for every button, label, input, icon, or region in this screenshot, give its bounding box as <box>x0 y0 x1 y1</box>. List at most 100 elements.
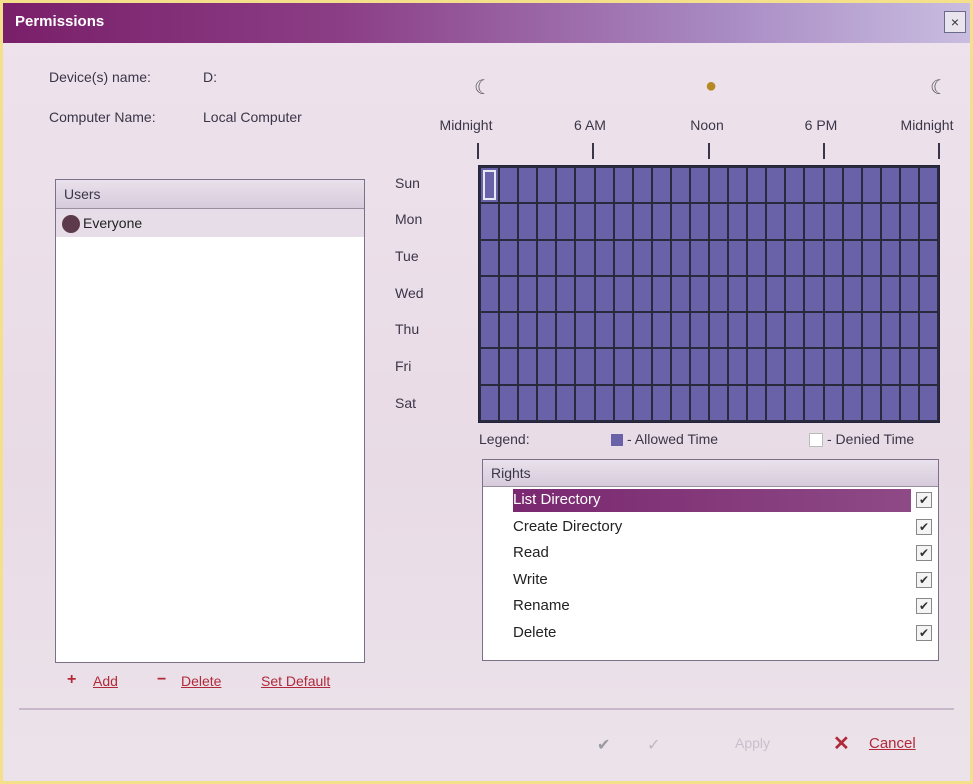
schedule-cell[interactable] <box>481 204 499 239</box>
schedule-cell[interactable] <box>786 276 804 312</box>
schedule-cell[interactable] <box>538 240 556 275</box>
schedule-cell[interactable] <box>519 349 537 384</box>
schedule-cell[interactable] <box>519 276 537 312</box>
schedule-cell[interactable] <box>481 240 499 275</box>
schedule-cell[interactable] <box>729 276 747 312</box>
schedule-cell[interactable] <box>729 385 747 420</box>
cancel-button[interactable]: Cancel <box>869 735 916 752</box>
schedule-cell[interactable] <box>786 385 804 420</box>
schedule-cell[interactable] <box>900 313 918 348</box>
right-delete[interactable]: Delete ✔ <box>483 620 938 647</box>
schedule-cell[interactable] <box>671 385 689 420</box>
schedule-cell[interactable] <box>729 240 747 275</box>
schedule-cell[interactable] <box>519 204 537 239</box>
add-user-button[interactable]: Add <box>93 673 118 689</box>
schedule-cell[interactable] <box>652 240 670 275</box>
user-row-everyone[interactable]: Everyone <box>56 209 364 237</box>
schedule-cell[interactable] <box>843 240 861 275</box>
schedule-cell[interactable] <box>805 204 823 239</box>
schedule-cell[interactable] <box>805 168 823 203</box>
schedule-cell[interactable] <box>881 204 899 239</box>
schedule-cell[interactable] <box>862 168 880 203</box>
schedule-cell[interactable] <box>652 385 670 420</box>
schedule-cell[interactable] <box>900 385 918 420</box>
schedule-cell[interactable] <box>824 204 842 239</box>
right-checkbox[interactable]: ✔ <box>916 545 932 561</box>
right-checkbox[interactable]: ✔ <box>916 624 932 641</box>
schedule-cell[interactable] <box>767 240 785 275</box>
schedule-cell[interactable] <box>633 276 651 312</box>
schedule-cell[interactable] <box>576 349 594 384</box>
schedule-cell[interactable] <box>481 168 499 203</box>
schedule-cell[interactable] <box>481 276 499 312</box>
schedule-cell[interactable] <box>786 349 804 384</box>
schedule-cell[interactable] <box>748 204 766 239</box>
schedule-cell[interactable] <box>595 349 613 384</box>
ok-check-icon[interactable]: ✔ <box>597 735 610 755</box>
schedule-cell[interactable] <box>843 385 861 420</box>
schedule-cell[interactable] <box>862 313 880 348</box>
schedule-cell[interactable] <box>690 385 708 420</box>
schedule-cell[interactable] <box>919 385 937 420</box>
schedule-cell[interactable] <box>538 276 556 312</box>
schedule-cell[interactable] <box>900 240 918 275</box>
schedule-cell[interactable] <box>481 313 499 348</box>
schedule-cell[interactable] <box>538 385 556 420</box>
schedule-cell[interactable] <box>786 204 804 239</box>
apply-button[interactable]: Apply <box>735 735 770 751</box>
schedule-cell[interactable] <box>481 385 499 420</box>
schedule-cell[interactable] <box>500 168 518 203</box>
right-checkbox[interactable]: ✔ <box>916 571 932 588</box>
schedule-cell[interactable] <box>729 349 747 384</box>
schedule-cell[interactable] <box>824 168 842 203</box>
schedule-cell[interactable] <box>862 240 880 275</box>
schedule-cell[interactable] <box>690 240 708 275</box>
schedule-cell[interactable] <box>557 168 575 203</box>
schedule-cell[interactable] <box>614 349 632 384</box>
right-checkbox[interactable]: ✔ <box>916 518 932 535</box>
close-button[interactable]: × <box>944 11 966 33</box>
schedule-cell[interactable] <box>576 240 594 275</box>
schedule-cell[interactable] <box>824 276 842 312</box>
schedule-cell[interactable] <box>633 385 651 420</box>
schedule-cell[interactable] <box>633 204 651 239</box>
schedule-cell[interactable] <box>710 313 728 348</box>
schedule-cell[interactable] <box>710 204 728 239</box>
schedule-cell[interactable] <box>500 204 518 239</box>
schedule-cell[interactable] <box>748 168 766 203</box>
right-checkbox[interactable]: ✔ <box>916 598 932 614</box>
schedule-cell[interactable] <box>710 168 728 203</box>
schedule-cell[interactable] <box>805 313 823 348</box>
schedule-cell[interactable] <box>557 204 575 239</box>
schedule-cell[interactable] <box>500 385 518 420</box>
schedule-cell[interactable] <box>710 349 728 384</box>
schedule-cell[interactable] <box>805 240 823 275</box>
right-list-directory[interactable]: List Directory ✔ <box>483 487 938 514</box>
schedule-cell[interactable] <box>805 276 823 312</box>
schedule-cell[interactable] <box>500 313 518 348</box>
schedule-cell[interactable] <box>710 276 728 312</box>
schedule-cell[interactable] <box>538 204 556 239</box>
schedule-cell[interactable] <box>614 168 632 203</box>
schedule-cell[interactable] <box>767 168 785 203</box>
schedule-cell[interactable] <box>881 349 899 384</box>
schedule-cell[interactable] <box>595 385 613 420</box>
schedule-cell[interactable] <box>786 168 804 203</box>
schedule-cell[interactable] <box>843 204 861 239</box>
schedule-cell[interactable] <box>671 168 689 203</box>
schedule-cell[interactable] <box>519 385 537 420</box>
schedule-cell[interactable] <box>652 276 670 312</box>
schedule-cell[interactable] <box>824 385 842 420</box>
schedule-cell[interactable] <box>538 168 556 203</box>
schedule-cell[interactable] <box>748 349 766 384</box>
schedule-cell[interactable] <box>557 385 575 420</box>
schedule-cell[interactable] <box>881 276 899 312</box>
schedule-cell[interactable] <box>824 313 842 348</box>
schedule-cell[interactable] <box>595 313 613 348</box>
schedule-cell[interactable] <box>900 349 918 384</box>
schedule-cell[interactable] <box>862 204 880 239</box>
schedule-cell[interactable] <box>595 168 613 203</box>
schedule-cell[interactable] <box>690 349 708 384</box>
schedule-cell[interactable] <box>767 204 785 239</box>
schedule-cell[interactable] <box>652 168 670 203</box>
